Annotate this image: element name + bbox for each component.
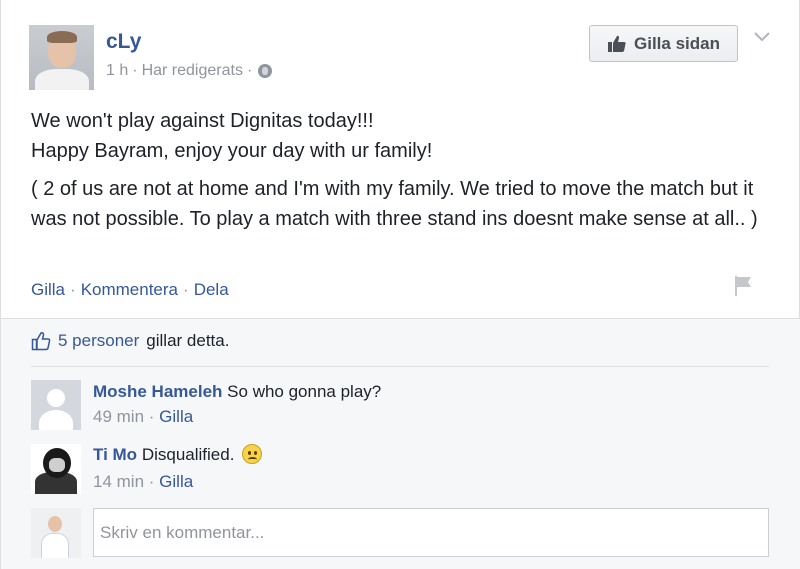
like-link[interactable]: Gilla — [31, 280, 65, 300]
comment-meta: 49 min · Gilla — [93, 407, 193, 427]
globe-icon[interactable] — [258, 64, 273, 78]
comment-input[interactable] — [93, 508, 769, 557]
post-card: cLy 1 h · Har redigerats · Gilla sidan W… — [0, 0, 800, 569]
meta-separator: · — [148, 407, 155, 426]
thumbs-up-outline-icon — [31, 332, 51, 351]
divider — [31, 366, 769, 367]
meta-separator: · — [246, 62, 253, 79]
comment-author[interactable]: Moshe Hameleh — [93, 382, 222, 401]
action-separator: · — [70, 280, 76, 299]
post-meta: 1 h · Har redigerats · — [106, 62, 273, 80]
comment-like-link[interactable]: Gilla — [159, 472, 193, 491]
meta-separator: · — [148, 472, 155, 491]
post-edited-label[interactable]: Har redigerats — [142, 62, 243, 80]
meta-separator: · — [132, 62, 138, 79]
chevron-down-icon[interactable] — [753, 30, 771, 44]
comment-time[interactable]: 49 min — [93, 407, 144, 426]
action-separator: · — [183, 280, 189, 299]
comment-time[interactable]: 14 min — [93, 472, 144, 491]
comment-author[interactable]: Ti Mo — [93, 445, 137, 464]
sad-face-icon — [242, 444, 263, 464]
comment: Moshe Hameleh So who gonna play? — [93, 381, 381, 403]
comment-text: Disqualified. — [141, 445, 235, 464]
post-text-line: We won't play against Dignitas today!!! — [31, 110, 374, 132]
post-text: We won't play against Dignitas today!!! … — [31, 106, 771, 234]
comment-like-link[interactable]: Gilla — [159, 407, 193, 426]
author-avatar[interactable] — [29, 25, 94, 90]
like-page-label: Gilla sidan — [634, 33, 720, 53]
commenter-avatar[interactable] — [31, 380, 81, 430]
thumbs-up-icon — [608, 35, 626, 52]
comment-text: So who gonna play? — [227, 382, 382, 401]
comment-meta: 14 min · Gilla — [93, 472, 193, 492]
share-link[interactable]: Dela — [194, 280, 229, 300]
likes-summary: 5 personer gillar detta. — [31, 331, 229, 351]
likes-text: gillar detta. — [146, 331, 230, 350]
likes-count[interactable]: 5 personer — [58, 331, 139, 351]
comment: Ti Mo Disqualified. — [93, 444, 263, 466]
post-time[interactable]: 1 h — [106, 62, 128, 80]
post-text-paragraph: ( 2 of us are not at home and I'm with m… — [31, 178, 758, 230]
my-avatar[interactable] — [31, 508, 81, 558]
post-actions: Gilla · Kommentera · Dela — [31, 280, 229, 300]
flag-icon[interactable] — [734, 275, 752, 297]
post-author-name[interactable]: cLy — [106, 30, 141, 54]
commenter-avatar[interactable] — [31, 444, 81, 494]
post-text-line: Happy Bayram, enjoy your day with ur fam… — [31, 140, 433, 162]
like-page-button[interactable]: Gilla sidan — [589, 25, 738, 62]
comment-link[interactable]: Kommentera — [81, 280, 178, 300]
